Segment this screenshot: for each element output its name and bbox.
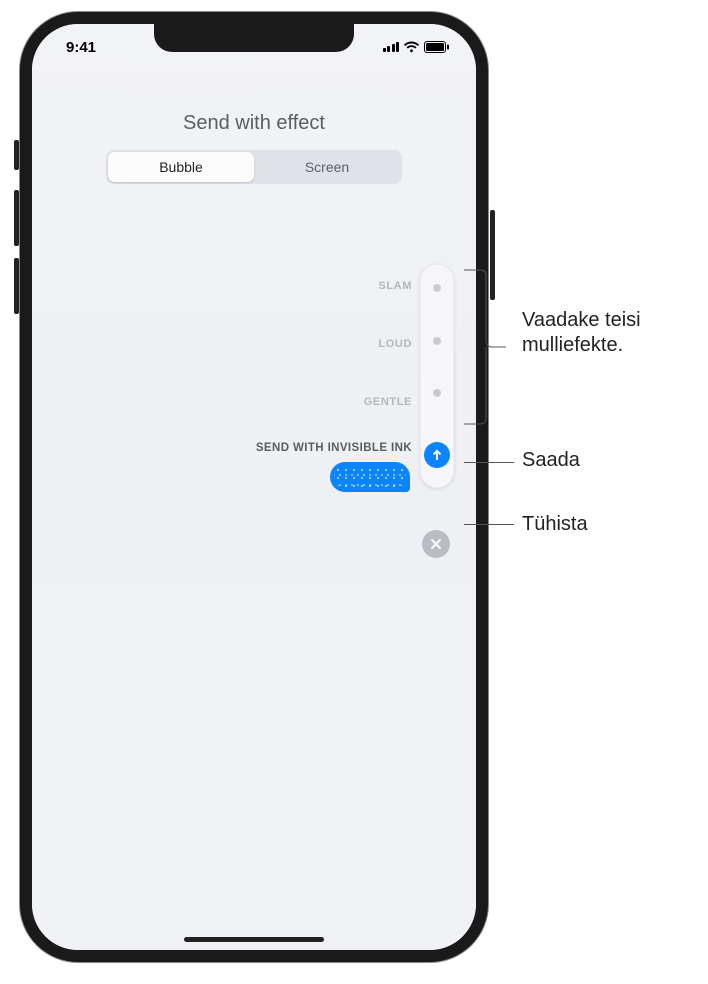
invisible-ink-sparkle: [334, 466, 406, 488]
battery-icon: [424, 41, 450, 53]
cellular-signal-icon: [383, 42, 400, 52]
callout-other-effects: Vaadake teisi mulliefekte.: [522, 308, 641, 358]
page-title: Send with effect: [32, 112, 476, 135]
mute-switch: [14, 140, 19, 170]
status-icons: [383, 41, 451, 53]
effect-tabs: Bubble Screen: [106, 150, 402, 184]
notch: [154, 24, 354, 52]
wifi-icon: [403, 41, 420, 53]
effect-label-loud: LOUD: [378, 338, 412, 350]
callout-line2: mulliefekte.: [522, 334, 623, 356]
callout-line1: Vaadake teisi: [522, 309, 641, 331]
callout-send: Saada: [522, 448, 580, 473]
callout-bracket: [462, 268, 506, 426]
effect-dot-slam[interactable]: [433, 284, 441, 292]
callout-leader-cancel: [464, 524, 514, 525]
effect-dot-loud[interactable]: [433, 337, 441, 345]
tab-screen[interactable]: Screen: [254, 152, 400, 182]
effect-label-invisible-ink: SEND WITH INVISIBLE INK: [256, 442, 412, 454]
volume-up-button: [14, 190, 19, 246]
message-bubble-invisible-ink: [330, 462, 410, 492]
callout-leader-send: [464, 462, 514, 463]
home-indicator: [184, 937, 324, 942]
effect-dot-gentle[interactable]: [433, 389, 441, 397]
screen: 9:41 Send with effect Bubble Screen SLAM…: [32, 24, 476, 950]
volume-down-button: [14, 258, 19, 314]
iphone-frame: 9:41 Send with effect Bubble Screen SLAM…: [20, 12, 488, 962]
effect-label-gentle: GENTLE: [364, 396, 412, 408]
callout-cancel: Tühista: [522, 512, 588, 537]
send-button[interactable]: [424, 442, 450, 468]
tab-bubble[interactable]: Bubble: [108, 152, 254, 182]
status-time: 9:41: [66, 39, 96, 56]
effect-label-slam: SLAM: [378, 280, 412, 292]
cancel-button[interactable]: [422, 530, 450, 558]
effect-slider: [420, 264, 454, 488]
